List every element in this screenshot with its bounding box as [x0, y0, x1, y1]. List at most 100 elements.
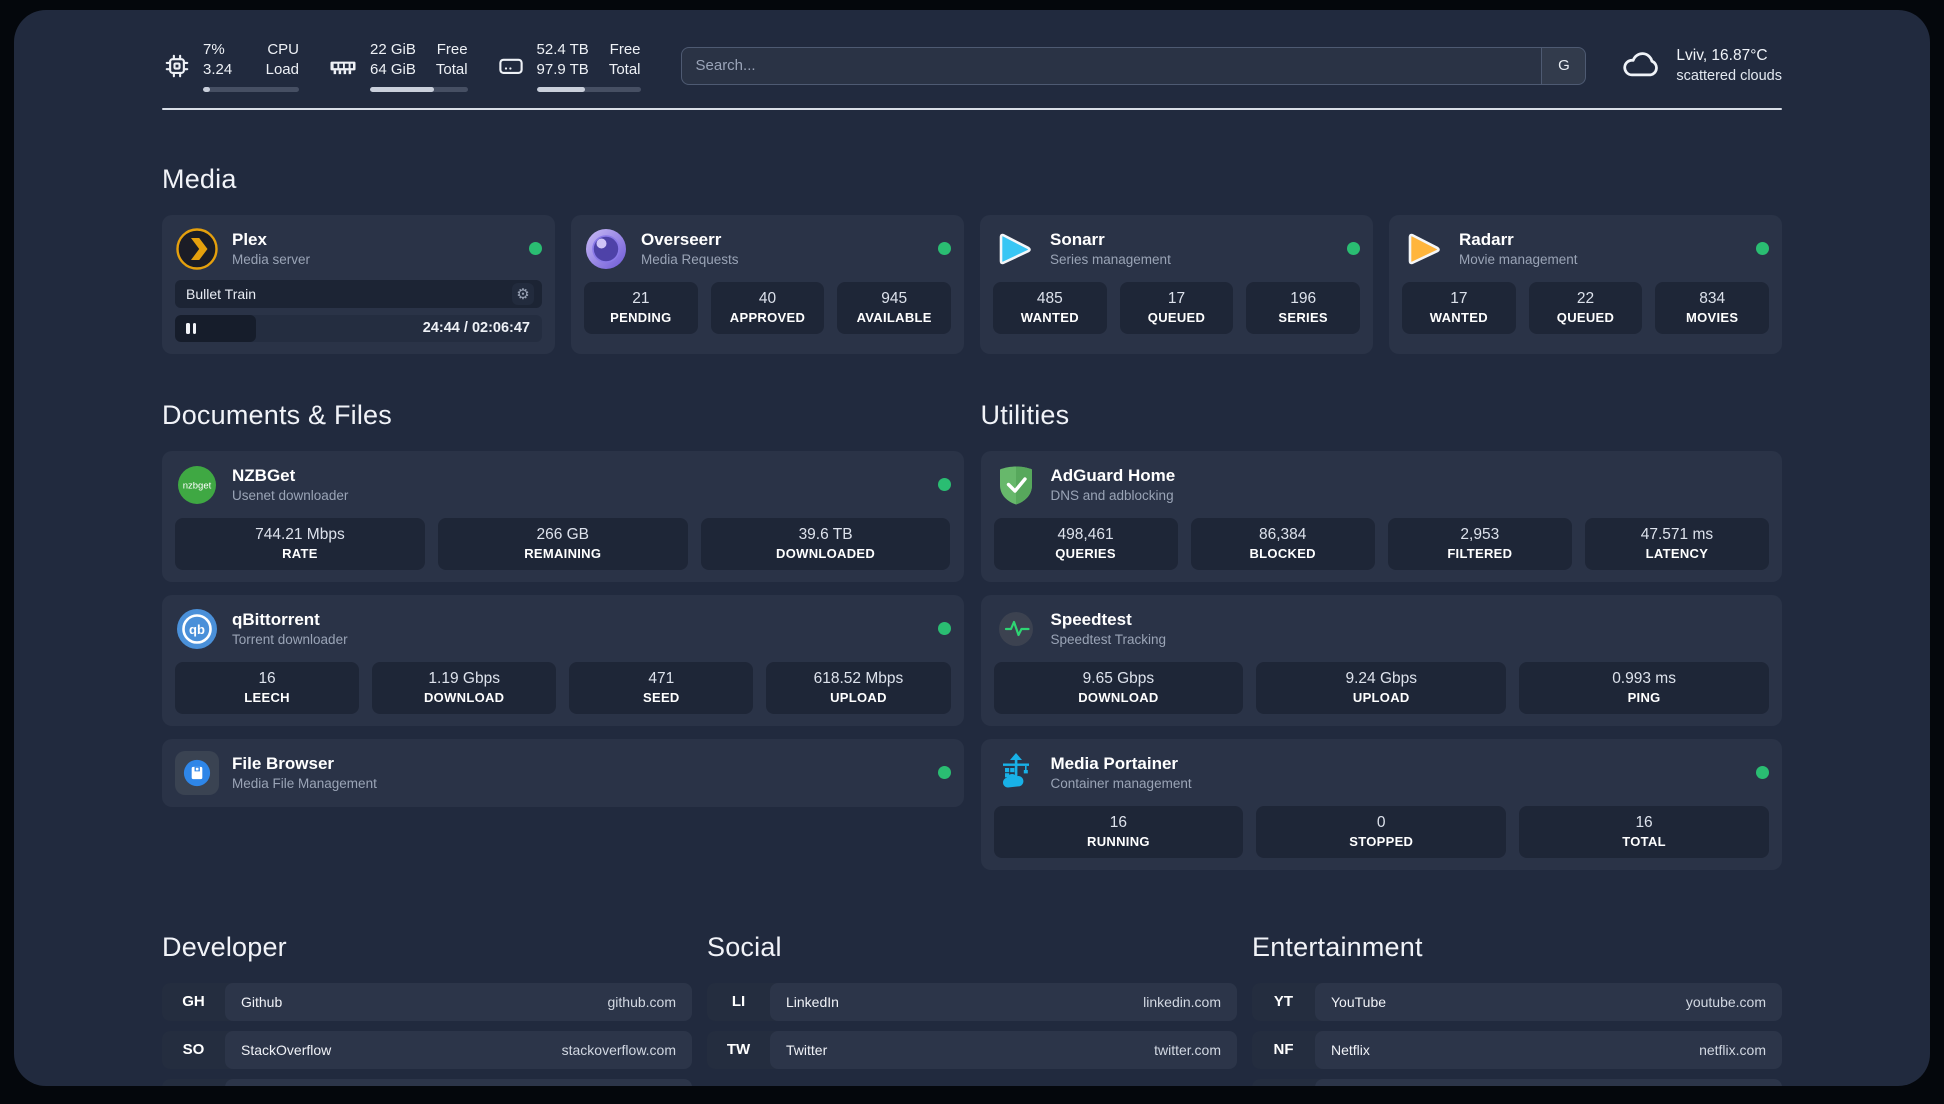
utilities-section-title: Utilities [980, 399, 1070, 430]
app-description: Usenet downloader [232, 488, 349, 503]
bookmark-abbr: RE [1252, 1079, 1315, 1087]
stat-value: 618.52 Mbps [813, 669, 904, 687]
bookmark-url: github.com [607, 993, 676, 1010]
bookmark-name: StackOverflow [241, 1041, 332, 1058]
bookmark-link-row[interactable]: GH Github github.com [162, 982, 692, 1021]
social-links-section: Social LI LinkedIn linkedin.com TW Twitt… [707, 932, 1237, 1087]
cpu-usage-bar [203, 86, 299, 92]
stat-box: 47.571 ms LATENCY [1584, 517, 1769, 570]
app-description: Media Requests [641, 252, 739, 267]
settings-gear-icon[interactable]: ⚙ [512, 282, 534, 305]
stat-box: 9.65 Gbps DOWNLOAD [993, 661, 1244, 714]
search-bar: G [680, 46, 1587, 85]
stat-box: 16 RUNNING [993, 805, 1244, 858]
stat-value: 17 [1167, 289, 1186, 307]
stat-label: WANTED [1020, 309, 1079, 325]
stat-box: 834 MOVIES [1655, 281, 1769, 334]
overseerr-card[interactable]: Overseerr Media Requests 21 PENDING 40 A… [571, 214, 964, 354]
stat-box: 0 STOPPED [1256, 805, 1507, 858]
stat-label: AVAILABLE [856, 309, 932, 325]
stat-value: 498,461 [1057, 525, 1114, 543]
speedtest-icon [994, 607, 1038, 651]
stat-value: 945 [881, 289, 908, 307]
filebrowser-card[interactable]: File Browser Media File Management [162, 738, 964, 807]
portainer-card[interactable]: Media Portainer Container management 16 … [980, 738, 1782, 870]
bookmark-url: twitter.com [1154, 1041, 1221, 1058]
bookmark-link-row[interactable]: YT YouTube youtube.com [1252, 982, 1782, 1021]
playback-time: 24:44 / 02:06:47 [422, 320, 530, 336]
stat-label: PENDING [610, 309, 672, 325]
weather-location: Lviv, 16.87°C [1676, 47, 1768, 65]
ram-free-label: Free [436, 41, 468, 58]
app-name: AdGuard Home [1050, 466, 1176, 485]
nzbget-card[interactable]: nzbget NZBGet Usenet downloader 744.21 M… [162, 450, 964, 582]
status-dot [938, 242, 951, 255]
cpu-icon [162, 51, 192, 81]
stat-value: 17 [1450, 289, 1468, 307]
stat-box: 471 SEED [569, 661, 754, 714]
search-input[interactable] [680, 46, 1587, 85]
plex-icon [175, 227, 219, 271]
stat-box: 21 PENDING [584, 281, 698, 334]
bookmark-abbr: DT [162, 1079, 225, 1087]
app-description: Torrent downloader [232, 632, 348, 647]
speedtest-card[interactable]: Speedtest Speedtest Tracking 9.65 Gbps D… [980, 594, 1782, 726]
stat-value: 21 [632, 289, 650, 307]
adguard-card[interactable]: AdGuard Home DNS and adblocking 498,461 … [980, 450, 1782, 582]
stat-label: RUNNING [1087, 833, 1150, 849]
ram-icon [327, 51, 359, 81]
stat-label: TOTAL [1622, 833, 1666, 849]
radarr-card[interactable]: Radarr Movie management 17 WANTED 22 QUE… [1389, 214, 1782, 354]
app-name: NZBGet [232, 466, 296, 485]
pause-icon[interactable] [186, 322, 196, 334]
bookmark-link-row[interactable]: TW Twitter twitter.com [707, 1030, 1237, 1069]
app-name: Overseerr [641, 230, 722, 249]
stat-label: APPROVED [729, 309, 806, 325]
bookmark-link-row[interactable]: LI LinkedIn linkedin.com [707, 982, 1237, 1021]
stat-value: 0.993 ms [1612, 669, 1676, 687]
weather-widget[interactable]: Lviv, 16.87°C scattered clouds [1620, 46, 1782, 85]
stat-label: FILTERED [1447, 545, 1513, 561]
stat-box: 16 TOTAL [1519, 805, 1769, 858]
bookmark-link-row[interactable]: DT DEV dev.to [162, 1078, 692, 1087]
bookmark-link-row[interactable]: NF Netflix netflix.com [1252, 1030, 1782, 1069]
sonarr-card[interactable]: Sonarr Series management 485 WANTED 17 Q… [980, 214, 1373, 354]
bookmark-link-row[interactable]: SO StackOverflow stackoverflow.com [162, 1030, 692, 1069]
qbittorrent-icon: qb [175, 607, 219, 651]
developer-links-section: Developer GH Github github.com SO StackO… [162, 932, 692, 1087]
documents-section-title: Documents & Files [162, 399, 392, 430]
stat-label: UPLOAD [1352, 689, 1410, 705]
stat-value: 9.65 Gbps [1082, 669, 1155, 687]
playback-progress-bar[interactable]: 24:44 / 02:06:47 [175, 314, 542, 342]
stat-box: 744.21 Mbps RATE [175, 517, 425, 570]
social-section-title: Social [707, 931, 782, 962]
stat-value: 16 [1635, 813, 1653, 831]
radarr-icon [1402, 227, 1446, 271]
stat-box: 0.993 ms PING [1519, 661, 1769, 714]
cloud-icon [1620, 46, 1664, 85]
bookmark-abbr: TW [726, 1041, 751, 1058]
bookmark-abbr: GH [182, 993, 205, 1010]
portainer-icon [994, 751, 1038, 795]
top-bar: 7% 3.24 CPU Load 22 GiB 64 GiB Free Tota… [162, 40, 1782, 92]
stat-box: 196 SERIES [1246, 281, 1360, 334]
stat-label: QUEUED [1556, 309, 1615, 325]
stat-value: 0 [1376, 813, 1386, 831]
system-stats: 7% 3.24 CPU Load 22 GiB 64 GiB Free Tota… [162, 40, 641, 92]
plex-card[interactable]: Plex Media server Bullet Train ⚙ 24:44 /… [162, 214, 555, 354]
stat-box: 9.24 Gbps UPLOAD [1256, 661, 1507, 714]
nzbget-icon: nzbget [175, 463, 219, 507]
bookmark-abbr: SO [182, 1041, 205, 1058]
filebrowser-icon [175, 750, 219, 795]
stat-value: 16 [258, 669, 276, 687]
disk-free-label: Free [609, 41, 641, 58]
stat-box: 498,461 QUERIES [993, 517, 1178, 570]
stat-value: 86,384 [1258, 525, 1307, 543]
search-engine-button[interactable]: G [1541, 47, 1586, 84]
bookmark-link-row[interactable]: RE Reddit reddit.com [1252, 1078, 1782, 1087]
stat-label: DOWNLOAD [423, 689, 505, 705]
cpu-stat: 7% 3.24 CPU Load [162, 40, 299, 92]
stat-box: 266 GB REMAINING [437, 517, 688, 570]
status-dot [1756, 766, 1769, 779]
qbittorrent-card[interactable]: qb qBittorrent Torrent downloader 16 LEE… [162, 594, 964, 726]
